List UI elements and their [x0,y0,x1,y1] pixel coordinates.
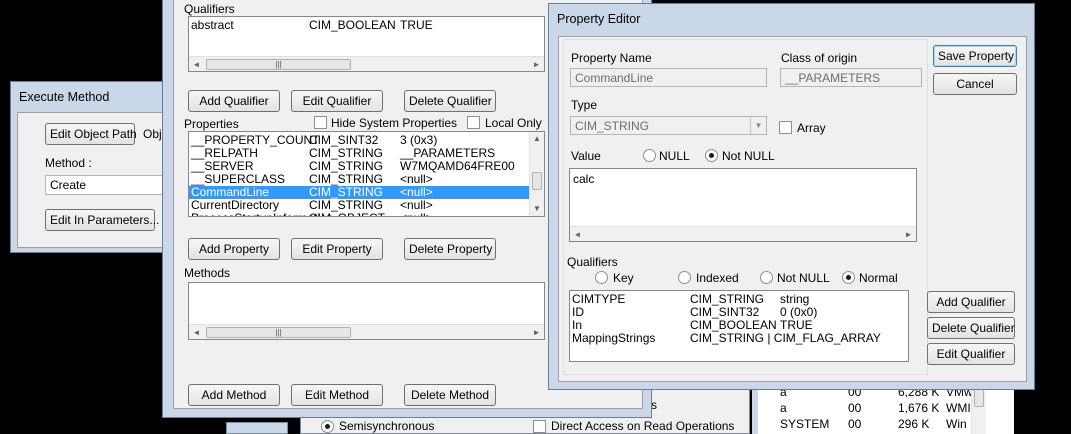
hide-system-properties-label: Hide System Properties [331,116,458,130]
method-input[interactable]: Create [45,175,175,195]
normal-label: Normal [859,271,898,285]
methods-hscroll[interactable]: ◄ ||| ► [189,324,544,339]
method-label: Method : [45,156,92,170]
qualifiers-label: Qualifiers [184,2,235,16]
pe-edit-qualifier-button[interactable]: Edit Qualifier [927,343,1015,365]
pe-qualifier-row[interactable]: MappingStrings CIM_STRING | CIM_FLAG_ARRA… [570,332,908,345]
pe-qualifiers-label: Qualifiers [567,255,618,269]
qualifiers-list[interactable]: abstract CIM_BOOLEAN TRUE ◄ ||| ► [188,16,545,72]
delete-method-button[interactable]: Delete Method [404,384,496,406]
cell-name: SYSTEM [780,417,830,431]
key-radio[interactable] [595,271,608,284]
cell-mem: 296 K [898,417,930,431]
edit-method-button[interactable]: Edit Method [291,384,383,406]
property-name-label: Property Name [571,51,652,65]
cell-value: <null> [400,212,433,217]
qualifiers-hscroll[interactable]: ◄ ||| ► [189,56,544,71]
cell-session: 00 [848,417,862,431]
class-of-origin-field[interactable]: __PARAMETERS [780,68,922,87]
cell-mem: 1,676 K [898,401,940,415]
value-label: Value [571,149,601,163]
not-null-label: Not NULL [722,149,775,163]
value-textarea[interactable]: calc ◄ ► [569,168,917,242]
cell-session: 00 [848,401,862,415]
indexed-radio[interactable] [678,271,691,284]
value-hscroll[interactable]: ◄ ► [570,226,916,241]
pe-qualifiers-list[interactable]: CIMTYPE CIM_STRING string ID CIM_SINT32 0 (0x… [569,290,909,362]
cell-type: CIM_BOOLEAN [309,18,396,32]
qualifier-not-null-label: Not NULL [777,271,830,285]
cancel-button[interactable]: Cancel [933,73,1017,95]
methods-list[interactable]: ◄ ||| ► [188,282,545,340]
cell-name: abstract [191,18,234,32]
properties-list[interactable]: __PROPERTY_COUNT CIM_SINT32 3 (0x3) __RELPA… [188,131,545,217]
semisynchronous-radio[interactable] [321,420,334,433]
array-label: Array [797,121,826,135]
properties-vscroll[interactable]: ▲ ▼ [529,132,544,216]
direct-access-label: Direct Access on Read Operations [551,419,735,433]
edit-property-button[interactable]: Edit Property [291,238,383,260]
add-qualifier-button[interactable]: Add Qualifier [188,90,280,112]
edit-object-path-button[interactable]: Edit Object Path [45,123,137,145]
type-select-value: CIM_STRING [575,119,650,133]
property-editor-window: Property Editor Property Name CommandLin… [548,3,1035,390]
not-null-radio[interactable] [705,149,718,162]
execute-method-title: Execute Method [19,90,110,104]
cell-name: a [780,401,787,415]
pe-delete-qualifier-button[interactable]: Delete Qualifier [927,317,1015,339]
normal-radio[interactable] [842,271,855,284]
qualifier-not-null-radio[interactable] [760,271,773,284]
cell-desc: WMI [946,401,971,415]
local-only-checkbox[interactable] [467,116,480,129]
taskbar-fragment [226,422,288,434]
type-select[interactable]: CIM_STRING ▼ [570,116,767,135]
local-only-label: Local Only [485,116,542,130]
qualifier-row[interactable]: abstract CIM_BOOLEAN TRUE [189,19,544,32]
add-method-button[interactable]: Add Method [188,384,280,406]
array-checkbox[interactable] [779,121,792,134]
task-list-scrollbar[interactable] [971,385,986,434]
properties-label: Properties [184,117,239,131]
value-text: calc [573,172,595,186]
property-editor-title: Property Editor [557,12,641,26]
null-label: NULL [659,149,690,163]
hide-system-properties-checkbox[interactable] [314,116,327,129]
edit-qualifier-button[interactable]: Edit Qualifier [291,90,383,112]
property-name-field[interactable]: CommandLine [570,68,767,87]
property-row[interactable]: ProcessStartupInformationCIM_OBJECT<null… [189,212,529,217]
class-of-origin-label: Class of origin [781,51,858,65]
cell-type: CIM_STRING | CIM_FLAG_ARRAY [690,331,881,345]
cell-name: MappingStrings [572,331,656,345]
semisynchronous-label: Semisynchronous [339,419,435,433]
delete-qualifier-button[interactable]: Delete Qualifier [404,90,496,112]
task-list-window: a 00 6,288 K VMw a 00 1,676 K WMI SYSTEM 00 296 KW… [752,385,1014,434]
add-property-button[interactable]: Add Property [188,238,280,260]
pe-add-qualifier-button[interactable]: Add Qualifier [927,291,1015,313]
cell-type: CIM_OBJECT [309,212,385,217]
methods-label: Methods [184,266,231,280]
key-label: Key [613,271,634,285]
delete-property-button[interactable]: Delete Property [404,238,496,260]
execute-method-window: Execute Method Edit Object Path Obje Met… [10,81,175,253]
indexed-label: Indexed [696,271,739,285]
null-radio[interactable] [643,149,656,162]
direct-access-checkbox[interactable] [533,420,546,433]
edit-in-parameters-button[interactable]: Edit In Parameters... [45,209,159,231]
cell-value: TRUE [400,18,433,32]
cell-desc: Win [946,417,967,431]
save-property-button[interactable]: Save Property [933,45,1017,67]
chevron-down-icon: ▼ [750,117,766,134]
type-label: Type [571,98,598,112]
